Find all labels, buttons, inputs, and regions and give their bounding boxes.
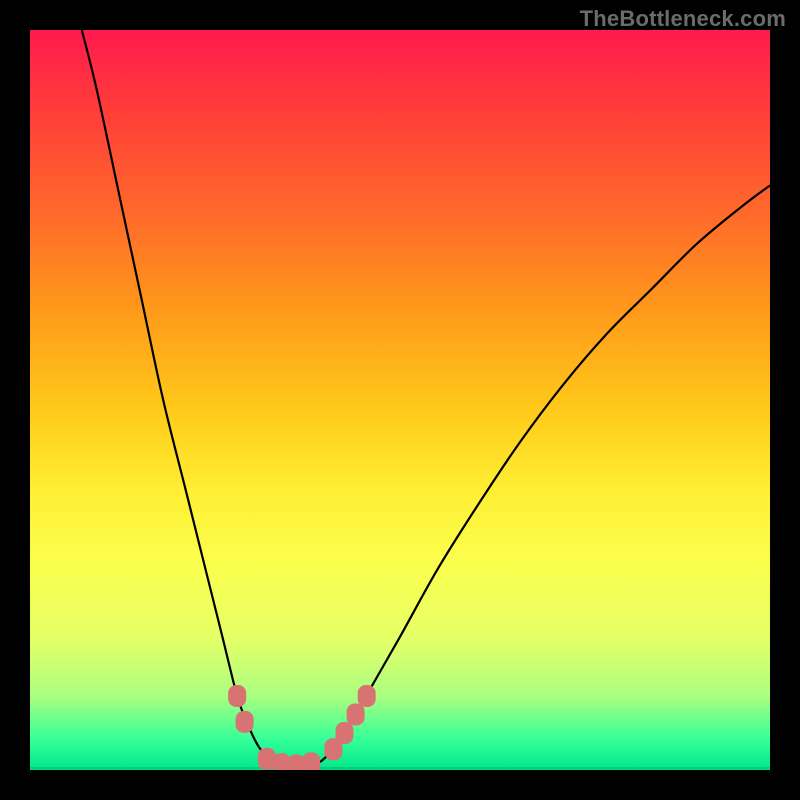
- plot-area: [30, 30, 770, 770]
- chart-svg: [30, 30, 770, 770]
- curve-marker: [358, 685, 376, 707]
- attribution-text: TheBottleneck.com: [580, 6, 786, 32]
- curve-marker: [336, 722, 354, 744]
- markers-group: [228, 685, 376, 770]
- curve-marker: [228, 685, 246, 707]
- chart-frame: TheBottleneck.com: [0, 0, 800, 800]
- curve-marker: [302, 752, 320, 770]
- bottleneck-curve: [82, 30, 770, 766]
- curve-marker: [347, 704, 365, 726]
- curve-marker: [236, 711, 254, 733]
